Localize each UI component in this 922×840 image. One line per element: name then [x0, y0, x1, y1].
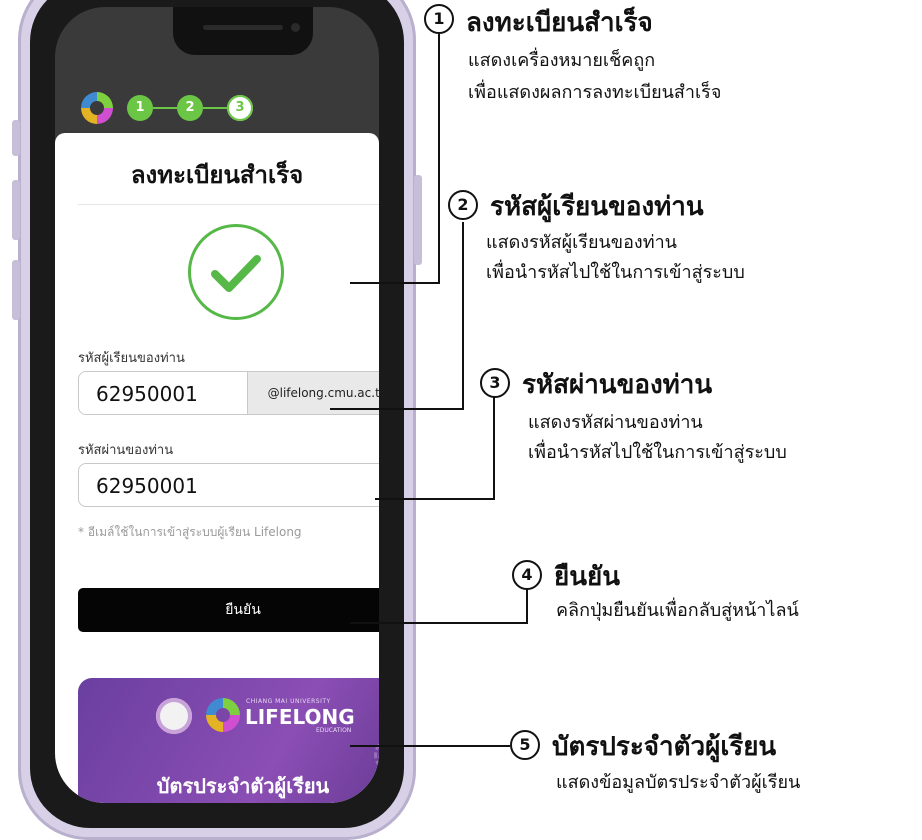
phone-volume-down: [12, 260, 20, 320]
connector-line-2: [462, 222, 464, 410]
connector-line-4: [526, 588, 528, 624]
lifelong-logo-icon: [81, 92, 113, 124]
password-label: รหัสผ่านของท่าน: [78, 443, 174, 458]
phone-frame: 1 2 3 ✕ ลงทะเบียนสำเร็จ รหัสผู้เรียนของท…: [12, 0, 422, 840]
username-value: 62950001: [96, 382, 198, 406]
annotation-desc: คลิกปุ่มยืนยันเพื่อกลับสู่หน้าไลน์: [556, 600, 799, 621]
annotation-title: บัตรประจำตัวผู้เรียน: [552, 732, 777, 762]
annotation-number: 4: [512, 560, 542, 590]
connector-line-2: [330, 408, 464, 410]
connector-line-1: [350, 282, 440, 284]
step-3-indicator: 3: [227, 95, 253, 121]
connector-line-4: [350, 622, 528, 624]
confirm-button[interactable]: ยืนยัน: [78, 588, 379, 632]
header-bar: 1 2 3 ✕: [55, 7, 379, 133]
phone-screen: 1 2 3 ✕ ลงทะเบียนสำเร็จ รหัสผู้เรียนของท…: [55, 7, 379, 803]
brand-education: EDUCATION: [316, 727, 352, 734]
brand-university: CHIANG MAI UNIVERSITY: [246, 698, 331, 705]
annotation-number: 3: [480, 368, 510, 398]
lifelong-logo-icon: [206, 698, 240, 732]
annotation-title: ลงทะเบียนสำเร็จ: [466, 8, 653, 38]
connector-line-1: [438, 34, 440, 284]
annotation-title: รหัสผ่านของท่าน: [522, 370, 713, 400]
step-connector: [153, 107, 177, 109]
connector-line-3: [493, 396, 495, 500]
phone-power-button: [414, 175, 422, 265]
student-card-title: บัตรประจำตัวผู้เรียน: [156, 774, 330, 798]
phone-volume-up: [12, 180, 20, 240]
username-label: รหัสผู้เรียนของท่าน: [78, 351, 185, 366]
annotation-title: ยืนยัน: [554, 562, 621, 592]
annotation-number: 5: [510, 730, 540, 760]
gear-decoration-icon: [374, 738, 379, 772]
student-id-card[interactable]: CHIANG MAI UNIVERSITY LIFELONG EDUCATION…: [78, 678, 379, 803]
annotation-desc: เพื่อแสดงผลการลงทะเบียนสำเร็จ: [468, 82, 722, 103]
password-value: 62950001: [96, 474, 198, 498]
phone-side-button: [12, 120, 20, 156]
annotation-desc: เพื่อนำรหัสไปใช้ในการเข้าสู่ระบบ: [528, 442, 787, 463]
connector-line-3: [375, 498, 495, 500]
email-note: * อีเมล์ใช้ในการเข้าสู่ระบบผู้เรียน Life…: [78, 525, 302, 539]
annotation-desc: แสดงรหัสผ่านของท่าน: [528, 412, 703, 433]
annotation-number: 2: [448, 190, 478, 220]
annotation-desc: แสดงข้อมูลบัตรประจำตัวผู้เรียน: [556, 772, 801, 793]
connector-line-5: [350, 745, 510, 747]
university-seal-icon: [156, 698, 192, 734]
step-2-indicator: 2: [177, 95, 203, 121]
divider: [78, 204, 379, 205]
step-connector: [203, 107, 227, 109]
annotation-title: รหัสผู้เรียนของท่าน: [490, 192, 704, 222]
success-check-icon: [188, 224, 284, 320]
annotation-number: 1: [424, 4, 454, 34]
annotation-desc: แสดงเครื่องหมายเช็คถูก: [468, 50, 656, 71]
phone-bezel: 1 2 3 ✕ ลงทะเบียนสำเร็จ รหัสผู้เรียนของท…: [30, 0, 404, 828]
step-1-indicator: 1: [127, 95, 153, 121]
password-field[interactable]: 62950001: [78, 463, 379, 507]
brand-name: LIFELONG: [245, 705, 355, 729]
annotation-desc: แสดงรหัสผู้เรียนของท่าน: [486, 232, 677, 253]
annotation-desc: เพื่อนำรหัสไปใช้ในการเข้าสู่ระบบ: [486, 262, 745, 283]
page-title: ลงทะเบียนสำเร็จ: [130, 161, 304, 189]
